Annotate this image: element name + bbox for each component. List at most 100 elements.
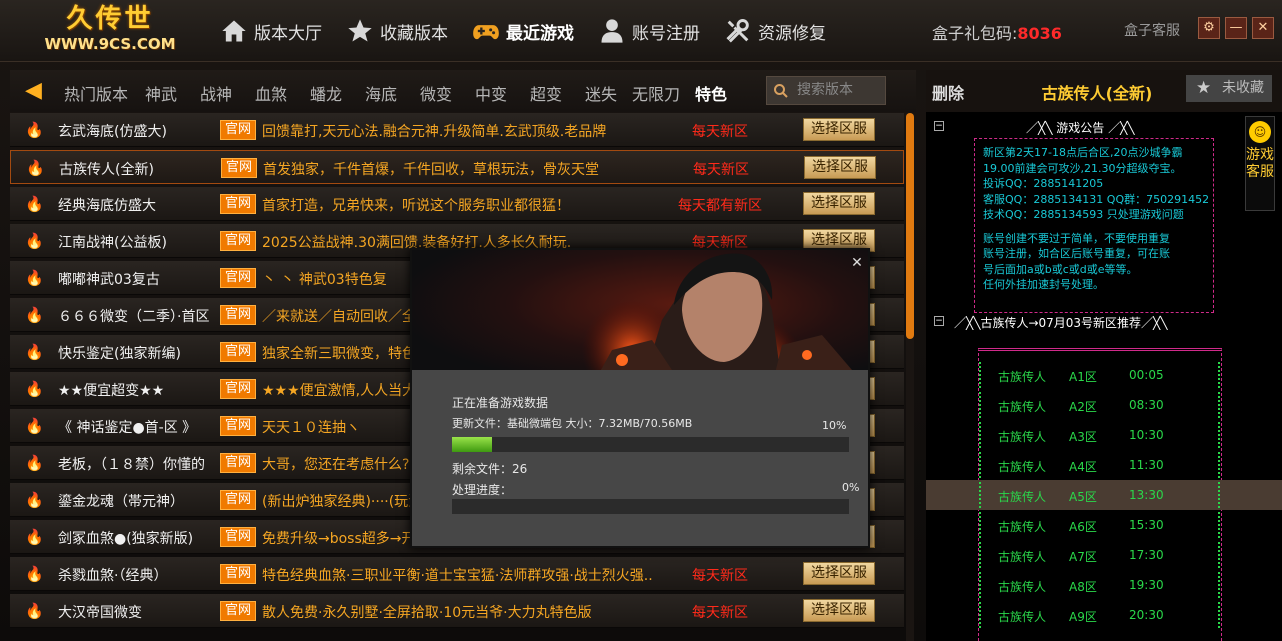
version-name: 江南战神(公益板): [58, 235, 167, 251]
select-server-button[interactable]: 选择区服: [803, 599, 875, 622]
category-tab[interactable]: 神武: [145, 81, 177, 105]
official-site-button[interactable]: 官网: [220, 342, 256, 362]
scroll-thumb[interactable]: [906, 113, 914, 339]
server-row[interactable]: 古族传人 A3区 10:30: [926, 420, 1282, 450]
server-row[interactable]: 古族传人 A9区 20:30: [926, 600, 1282, 630]
category-tab[interactable]: 迷失: [585, 81, 617, 105]
select-server-button[interactable]: 选择区服: [803, 562, 875, 585]
notice-line: 投诉QQ：2885141205: [983, 177, 1104, 190]
category-tab[interactable]: 热门版本: [64, 81, 128, 105]
server-game: 古族传人: [998, 490, 1047, 504]
collapse-icon[interactable]: −: [934, 316, 944, 326]
nav-repair[interactable]: 资源修复: [724, 12, 826, 50]
server-row[interactable]: 古族传人 A4区 11:30: [926, 450, 1282, 480]
version-row[interactable]: 🔥 古族传人(全新) 官网 首发独家，千件首爆，千件回收，草根玩法，骨灰天堂 每天新区 选…: [10, 150, 904, 184]
select-server-button[interactable]: 选择区服: [804, 156, 876, 179]
select-server-button[interactable]: 选择区服: [803, 118, 875, 141]
official-site-button[interactable]: 官网: [220, 564, 256, 584]
server-row[interactable]: 古族传人 A7区 17:30: [926, 540, 1282, 570]
official-site-button[interactable]: 官网: [221, 158, 257, 178]
server-time: 11:30: [1129, 458, 1164, 472]
dialog-close-icon[interactable]: ✕: [848, 254, 866, 272]
process-percent: 0%: [842, 481, 860, 494]
server-row[interactable]: 古族传人 A8区 19:30: [926, 570, 1282, 600]
official-site-button[interactable]: 官网: [220, 231, 256, 251]
version-name: 鎏金龙魂（帯元神）: [58, 494, 184, 510]
favorite-button[interactable]: ★ 未收藏: [1186, 75, 1272, 102]
flame-icon: 🔥: [25, 343, 44, 361]
official-site-button[interactable]: 官网: [220, 527, 256, 547]
remaining-files: 剩余文件：26: [452, 462, 528, 476]
update-file-text: 更新文件：基础微端包 大小：7.32MB/70.56MB: [452, 417, 693, 430]
server-zone: A5区: [1069, 490, 1097, 504]
list-scrollbar[interactable]: [906, 113, 914, 641]
server-time: 20:30: [1129, 608, 1164, 622]
server-game: 古族传人: [998, 610, 1047, 624]
category-tab-active[interactable]: 特色: [695, 81, 727, 105]
server-game: 古族传人: [998, 550, 1047, 564]
minimize-icon[interactable]: —: [1225, 17, 1247, 39]
search-placeholder: 搜索版本: [797, 82, 853, 98]
official-site-button[interactable]: 官网: [220, 194, 256, 214]
official-site-button[interactable]: 官网: [220, 416, 256, 436]
server-row[interactable]: 古族传人 A6区 15:30: [926, 510, 1282, 540]
favorite-label: 未收藏: [1222, 80, 1264, 96]
version-row[interactable]: 🔥 玄武海底(仿盛大) 官网 回馈靠打,天元心法.融合元神.升级简单.玄武顶级.老品牌…: [10, 113, 904, 147]
search-icon: [774, 84, 788, 98]
search-input[interactable]: 搜索版本: [766, 76, 886, 105]
dotted-border: [1218, 422, 1220, 448]
version-row[interactable]: 🔥 经典海底仿盛大 官网 首家打造，兄弟快来，听说这个服务职业都很猛！ 每天都有新区 选择…: [10, 187, 904, 221]
dotted-border: [979, 512, 981, 538]
category-tab[interactable]: 海底: [365, 81, 397, 105]
version-name: 杀戮血煞·（经典）: [58, 568, 168, 584]
official-site-button[interactable]: 官网: [220, 120, 256, 140]
delete-button[interactable]: 删除: [932, 80, 964, 104]
launcher-window: 久传世 WWW.9CS.COM 版本大厅 收藏版本 最近游戏 账号注册 资源修复…: [0, 0, 1282, 641]
flame-icon: 🔥: [25, 528, 44, 546]
dotted-border: [1218, 362, 1220, 388]
official-site-button[interactable]: 官网: [220, 379, 256, 399]
notice-line: 19.00前建会可攻沙,21.30分超级夺宝。: [983, 161, 1182, 175]
official-site-button[interactable]: 官网: [220, 268, 256, 288]
dotted-border: [1218, 392, 1220, 418]
dotted-border: [979, 542, 981, 568]
nav-favorites[interactable]: 收藏版本: [346, 12, 448, 50]
flame-icon: 🔥: [25, 306, 44, 324]
version-row[interactable]: 🔥 大汉帝国微变 官网 散人免费·永久别墅·全屏拾取·10元当爷·大力丸特色版 每天新区…: [10, 594, 904, 628]
service-link[interactable]: 盒子客服: [1124, 20, 1180, 40]
official-site-button[interactable]: 官网: [220, 601, 256, 621]
category-tab[interactable]: 微变: [420, 81, 452, 105]
server-time: 10:30: [1129, 428, 1164, 442]
version-row[interactable]: 🔥 杀戮血煞·（经典） 官网 特色经典血煞·三职业平衡·道士宝宝猛·法师群攻强·战士烈…: [10, 557, 904, 591]
version-description: 首发独家，千件首爆，千件回收，草根玩法，骨灰天堂: [263, 162, 599, 178]
version-name: 嘟嘟神武03复古: [58, 272, 160, 288]
server-row[interactable]: 古族传人 A5区 13:30: [926, 480, 1282, 510]
back-arrow-icon[interactable]: ◀: [25, 80, 42, 102]
category-tab[interactable]: 战神: [200, 81, 232, 105]
category-tab[interactable]: 中变: [475, 81, 507, 105]
official-site-button[interactable]: 官网: [220, 490, 256, 510]
nav-recent-games[interactable]: 最近游戏: [472, 12, 574, 50]
flame-icon: 🔥: [25, 269, 44, 287]
nav-register[interactable]: 账号注册: [598, 12, 700, 50]
official-site-button[interactable]: 官网: [220, 453, 256, 473]
category-tab[interactable]: 蟠龙: [310, 81, 342, 105]
category-tab[interactable]: 超变: [530, 81, 562, 105]
server-time: 19:30: [1129, 578, 1164, 592]
game-service-tab[interactable]: ☺ 游戏客服: [1245, 116, 1275, 211]
category-tab[interactable]: 血煞: [255, 81, 287, 105]
notice-line: 客服QQ：2885134131 QQ群：750291452: [983, 192, 1210, 206]
settings-icon[interactable]: ⚙: [1198, 17, 1220, 39]
server-row[interactable]: 古族传人 A1区 00:05: [926, 360, 1282, 390]
official-site-button[interactable]: 官网: [220, 305, 256, 325]
close-icon[interactable]: ✕: [1252, 17, 1274, 39]
nav-version-hall[interactable]: 版本大厅: [220, 12, 322, 50]
daily-new-server: 每天新区: [692, 605, 748, 621]
category-tab[interactable]: 无限刀: [632, 81, 680, 105]
collapse-icon[interactable]: −: [934, 121, 944, 131]
gift-code-label: 盒子礼包码:: [932, 24, 1018, 43]
warrior-illustration: [582, 253, 852, 386]
select-server-button[interactable]: 选择区服: [803, 192, 875, 215]
server-row[interactable]: 古族传人 A2区 08:30: [926, 390, 1282, 420]
download-dialog: ✕ 正在准备游戏数据 更新文件：基础微端包 大小：7.32MB/70.56MB …: [410, 248, 870, 548]
